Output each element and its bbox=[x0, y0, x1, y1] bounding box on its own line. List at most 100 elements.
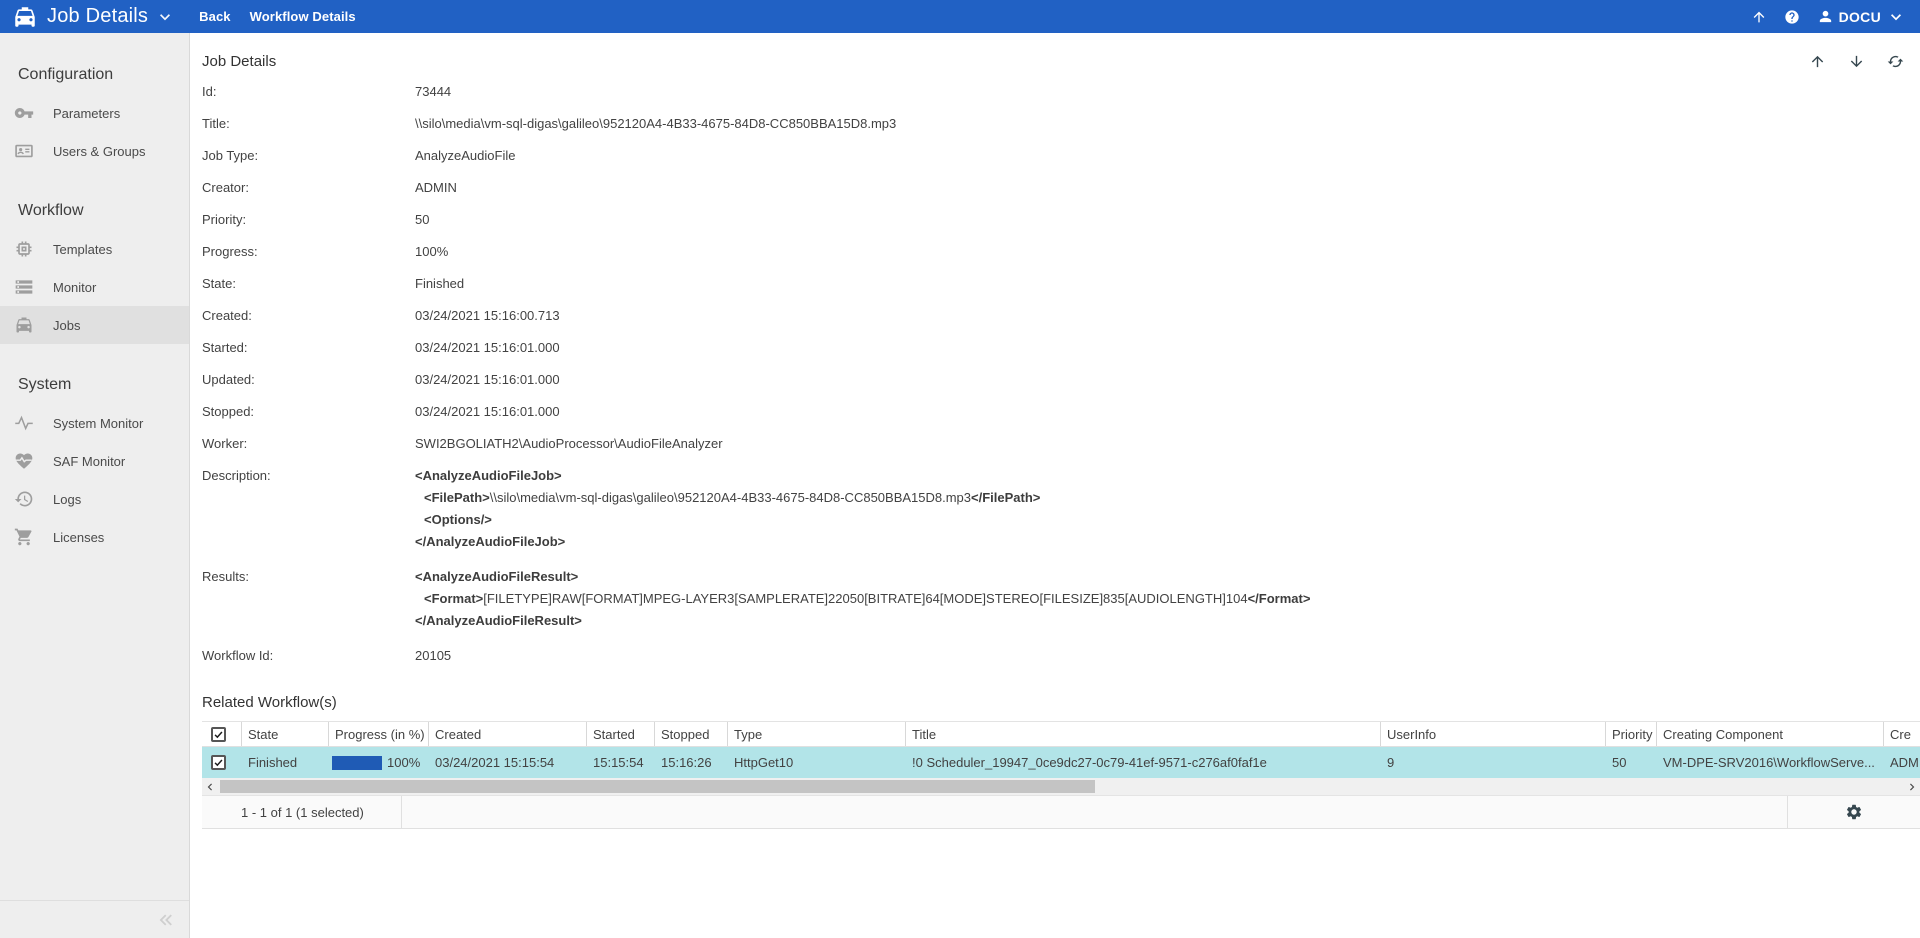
related-workflows-table: StateProgress (in %) Created StartedStoppe… bbox=[202, 721, 1920, 829]
field-label: Progress: bbox=[202, 244, 415, 260]
column-header-cre[interactable]: Cre bbox=[1884, 722, 1920, 746]
sidebar-item-system-monitor[interactable]: System Monitor bbox=[0, 404, 189, 442]
field-value: Finished bbox=[415, 276, 1920, 292]
sidebar-item-label: Templates bbox=[53, 242, 112, 257]
field-row-progress: Progress:100% bbox=[202, 236, 1920, 268]
field-row-workflow-id: Workflow Id:20105 bbox=[202, 640, 1920, 672]
cell-title: !0 Scheduler_19947_0ce9dc27-0c79-41ef-95… bbox=[906, 747, 1381, 778]
sidebar-item-label: Logs bbox=[53, 492, 81, 507]
sidebar-item-label: Licenses bbox=[53, 530, 104, 545]
field-value: 100% bbox=[415, 244, 1920, 260]
progress-bar-fill bbox=[332, 756, 382, 770]
field-label: Created: bbox=[202, 308, 415, 324]
scrollbar-thumb[interactable] bbox=[220, 780, 1095, 793]
cart-icon bbox=[14, 527, 34, 547]
help-icon[interactable] bbox=[1784, 9, 1800, 25]
xml-line: <AnalyzeAudioFileResult> bbox=[415, 566, 1920, 588]
select-all-checkbox[interactable] bbox=[211, 727, 226, 742]
user-menu[interactable]: DOCU bbox=[1817, 7, 1906, 27]
sidebar-item-label: Users & Groups bbox=[53, 144, 145, 159]
column-header-label: Created bbox=[435, 727, 481, 742]
table-row[interactable]: Finished100%03/24/2021 15:15:5415:15:541… bbox=[202, 747, 1920, 778]
field-value: 73444 bbox=[415, 84, 1920, 100]
xml-line: </AnalyzeAudioFileResult> bbox=[415, 610, 1920, 632]
workflow-details-link[interactable]: Workflow Details bbox=[250, 9, 356, 24]
field-row-description: Description:<AnalyzeAudioFileJob><FilePa… bbox=[202, 460, 1920, 561]
scrollbar-track bbox=[218, 778, 1904, 795]
sidebar-item-logs[interactable]: Logs bbox=[0, 480, 189, 518]
xml-results: <AnalyzeAudioFileResult><Format>[FILETYP… bbox=[415, 566, 1920, 632]
table-settings-gear-icon[interactable] bbox=[1845, 803, 1863, 821]
cell-cre: ADMIN bbox=[1884, 747, 1920, 778]
sidebar-item-parameters[interactable]: Parameters bbox=[0, 94, 189, 132]
sidebar-item-templates[interactable]: Templates bbox=[0, 230, 189, 268]
cell-progress: 100% bbox=[329, 747, 429, 778]
row-checkbox[interactable] bbox=[211, 755, 226, 770]
chevron-down-icon bbox=[1886, 7, 1906, 27]
storage-icon bbox=[14, 277, 34, 297]
field-value: \\silo\media\vm-sql-digas\galileo\952120… bbox=[415, 116, 1920, 132]
field-value: AnalyzeAudioFile bbox=[415, 148, 1920, 164]
back-link[interactable]: Back bbox=[199, 9, 230, 24]
field-label: Priority: bbox=[202, 212, 415, 228]
field-row-title: Title:\\silo\media\vm-sql-digas\galileo\… bbox=[202, 108, 1920, 140]
field-label: Description: bbox=[202, 468, 415, 484]
xml-line: <Format>[FILETYPE]RAW[FORMAT]MPEG-LAYER3… bbox=[415, 588, 1920, 610]
sidebar-footer bbox=[0, 900, 189, 938]
app-menu-button[interactable]: Job Details bbox=[12, 4, 175, 30]
column-header-select-all[interactable] bbox=[202, 722, 242, 746]
column-header-type[interactable]: Type bbox=[728, 722, 906, 746]
field-label: Stopped: bbox=[202, 404, 415, 420]
field-label: Updated: bbox=[202, 372, 415, 388]
upload-icon[interactable] bbox=[1751, 9, 1767, 25]
field-label: Job Type: bbox=[202, 148, 415, 164]
column-header-label: UserInfo bbox=[1387, 727, 1436, 742]
column-header-priority[interactable]: Priority bbox=[1606, 722, 1657, 746]
sidebar: ConfigurationParametersUsers & GroupsWor… bbox=[0, 33, 190, 938]
sidebar-item-monitor[interactable]: Monitor bbox=[0, 268, 189, 306]
key-icon bbox=[14, 103, 34, 123]
row-count-text: 1 - 1 of 1 (1 selected) bbox=[241, 805, 364, 820]
column-header-title[interactable]: Title bbox=[906, 722, 1381, 746]
progress-bar bbox=[332, 756, 382, 770]
column-header-started[interactable]: Started bbox=[587, 722, 655, 746]
sidebar-item-jobs[interactable]: Jobs bbox=[0, 306, 189, 344]
check-icon bbox=[213, 728, 224, 741]
scroll-right-arrow[interactable] bbox=[1904, 778, 1920, 795]
field-value: SWI2BGOLIATH2\AudioProcessor\AudioFileAn… bbox=[415, 436, 1920, 452]
sidebar-section-system: SystemSystem MonitorSAF Monitor Logs Licen… bbox=[0, 366, 189, 556]
navbar-links: Back Workflow Details bbox=[199, 9, 356, 24]
navbar-title: Job Details bbox=[47, 5, 148, 28]
job-fields: Id:73444Title:\\silo\media\vm-sql-digas\… bbox=[202, 76, 1920, 672]
column-header-created[interactable]: Created bbox=[429, 722, 587, 746]
sidebar-item-licenses[interactable]: Licenses bbox=[0, 518, 189, 556]
field-label: Worker: bbox=[202, 436, 415, 452]
column-header-state[interactable]: State bbox=[242, 722, 329, 746]
column-header-stopped[interactable]: Stopped bbox=[655, 722, 728, 746]
move-up-icon[interactable] bbox=[1809, 53, 1826, 70]
taxi-icon bbox=[12, 4, 38, 30]
column-header-creating-component[interactable]: Creating Component bbox=[1657, 722, 1884, 746]
user-name: DOCU bbox=[1839, 9, 1881, 25]
chevron-down-icon bbox=[155, 7, 175, 27]
cell-userinfo: 9 bbox=[1381, 747, 1606, 778]
field-row-updated: Updated:03/24/2021 15:16:01.000 bbox=[202, 364, 1920, 396]
page-title: Job Details bbox=[202, 53, 276, 70]
sidebar-section-title: System bbox=[0, 366, 189, 404]
cell-checkbox bbox=[202, 747, 242, 778]
refresh-icon[interactable] bbox=[1887, 53, 1904, 70]
column-header-progress-in[interactable]: Progress (in %) bbox=[329, 722, 429, 746]
navbar-right: DOCU bbox=[1751, 7, 1906, 27]
move-down-icon[interactable] bbox=[1848, 53, 1865, 70]
sidebar-section-title: Workflow bbox=[0, 192, 189, 230]
xml-description: <AnalyzeAudioFileJob><FilePath>\\silo\me… bbox=[415, 465, 1920, 553]
collapse-sidebar-button[interactable] bbox=[155, 909, 177, 931]
sidebar-item-saf-monitor[interactable]: SAF Monitor bbox=[0, 442, 189, 480]
field-value: 03/24/2021 15:16:00.713 bbox=[415, 308, 1920, 324]
table-header-row: StateProgress (in %) Created StartedStoppe… bbox=[202, 722, 1920, 747]
heart-pulse-icon bbox=[14, 451, 34, 471]
scroll-left-arrow[interactable] bbox=[202, 778, 218, 795]
column-header-label: Creating Component bbox=[1663, 727, 1783, 742]
column-header-userinfo[interactable]: UserInfo bbox=[1381, 722, 1606, 746]
sidebar-item-users-groups[interactable]: Users & Groups bbox=[0, 132, 189, 170]
